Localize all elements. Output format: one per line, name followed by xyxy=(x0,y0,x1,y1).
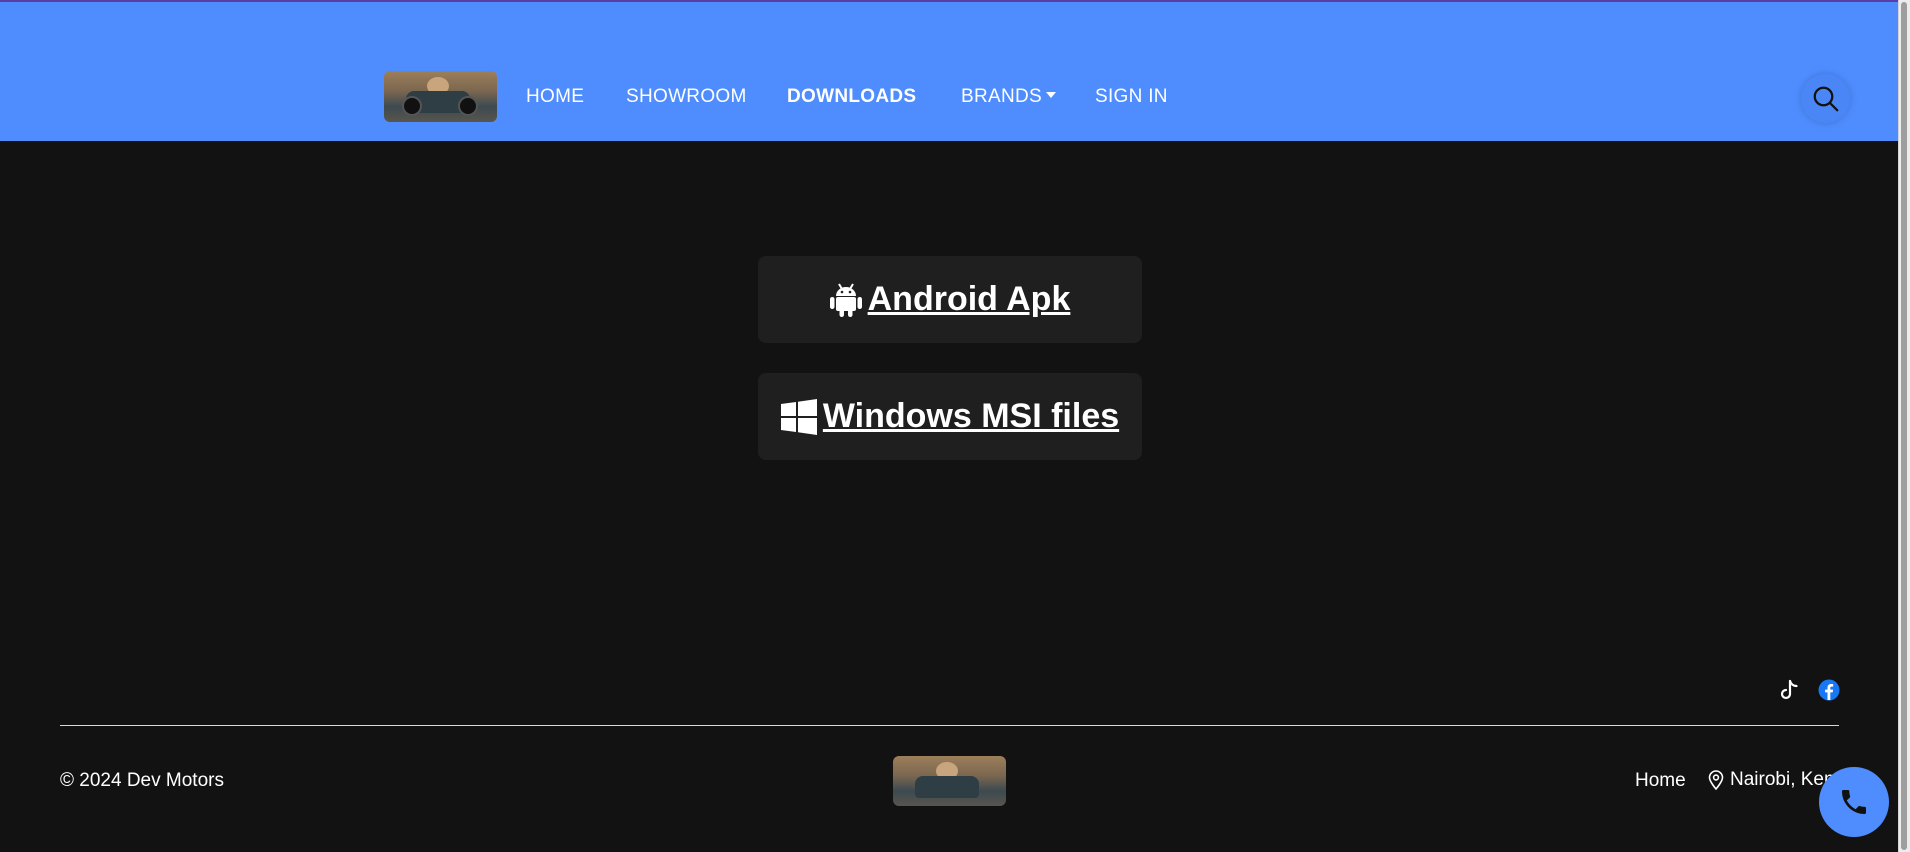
nav-brands-label: BRANDS xyxy=(961,86,1042,107)
android-apk-label: Android Apk xyxy=(867,280,1071,318)
android-download-card: Android Apk xyxy=(758,256,1142,343)
site-header: HOME SHOWROOM DOWNLOADS BRANDS SIGN IN xyxy=(0,0,1899,141)
tiktok-icon xyxy=(1780,679,1798,700)
nav-sign-in[interactable]: SIGN IN xyxy=(1095,86,1168,108)
call-button[interactable] xyxy=(1819,767,1889,837)
nav-downloads[interactable]: DOWNLOADS xyxy=(787,86,916,108)
windows-msi-label: Windows MSI files xyxy=(822,397,1120,435)
caret-down-icon xyxy=(1045,92,1056,99)
brand-logo[interactable] xyxy=(384,71,497,122)
copyright-text: © 2024 Dev Motors xyxy=(60,770,224,791)
phone-icon xyxy=(1842,790,1866,814)
android-apk-link[interactable]: Android Apk xyxy=(829,280,1071,319)
search-icon xyxy=(1813,86,1838,111)
windows-download-card: Windows MSI files xyxy=(758,373,1142,460)
windows-msi-link[interactable]: Windows MSI files xyxy=(780,397,1120,436)
nav-showroom[interactable]: SHOWROOM xyxy=(626,86,747,108)
scrollbar-thumb[interactable] xyxy=(1901,2,1907,850)
footer-divider xyxy=(60,725,1839,726)
facebook-icon xyxy=(1818,679,1840,701)
page-scrollbar[interactable] xyxy=(1898,0,1910,852)
android-icon xyxy=(829,282,862,317)
windows-icon xyxy=(780,398,817,435)
facebook-link[interactable] xyxy=(1818,679,1840,701)
nav-home[interactable]: HOME xyxy=(526,86,584,108)
tiktok-link[interactable] xyxy=(1778,679,1800,701)
map-pin-icon xyxy=(1708,770,1724,790)
footer-logo[interactable] xyxy=(893,756,1006,806)
footer-home-link[interactable]: Home xyxy=(1635,770,1686,792)
nav-brands-dropdown[interactable]: BRANDS xyxy=(961,86,1056,108)
search-button[interactable] xyxy=(1801,74,1850,123)
